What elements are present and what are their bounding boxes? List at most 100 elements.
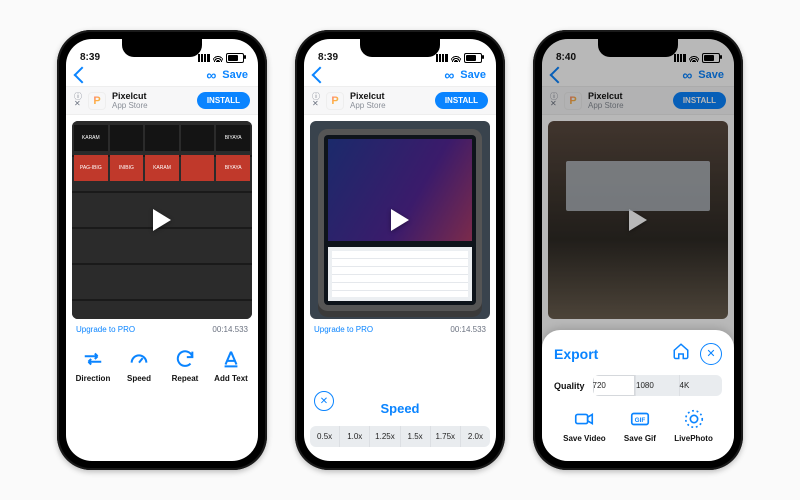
preview-tile: KARAM — [74, 125, 108, 151]
tool-speed[interactable]: Speed — [116, 348, 162, 383]
toolbar: Direction Speed Repeat Add Text — [66, 338, 258, 401]
nav-bar: ∞ Save — [66, 64, 258, 86]
quality-option[interactable]: 1080 — [636, 375, 680, 396]
speed-panel: ✕ Speed 0.5x 1.0x 1.25x 1.5x 1.75x 2.0x — [304, 395, 496, 461]
ad-install-button[interactable]: INSTALL — [435, 92, 488, 109]
ad-install-button[interactable]: INSTALL — [197, 92, 250, 109]
loop-icon[interactable]: ∞ — [682, 68, 692, 82]
speed-option[interactable]: 0.5x — [310, 426, 340, 447]
ad-controls[interactable]: ⓘ✕ — [74, 94, 82, 107]
play-icon[interactable] — [629, 209, 647, 231]
ad-banner[interactable]: ⓘ✕ P Pixelcut App Store INSTALL — [304, 86, 496, 115]
save-button[interactable]: Save — [698, 69, 724, 81]
ad-banner[interactable]: ⓘ✕ P Pixelcut App Store INSTALL — [66, 86, 258, 115]
live-photo-button[interactable]: LivePhoto — [674, 408, 713, 443]
ad-controls[interactable]: ⓘ✕ — [550, 94, 558, 107]
direction-icon — [82, 348, 104, 370]
back-chevron-icon[interactable] — [550, 67, 567, 84]
export-actions: Save Video GIF Save Gif LivePhoto — [554, 408, 722, 443]
gif-icon: GIF — [629, 408, 651, 430]
tool-add-text[interactable]: Add Text — [208, 348, 254, 383]
play-icon[interactable] — [391, 209, 409, 231]
video-preview[interactable] — [310, 121, 490, 319]
wifi-icon — [213, 54, 223, 62]
duration-label: 00:14.533 — [450, 325, 486, 334]
ad-title: Pixelcut — [350, 91, 386, 101]
ad-logo-icon: P — [564, 92, 582, 110]
speed-option[interactable]: 1.5x — [401, 426, 431, 447]
speed-option[interactable]: 1.0x — [340, 426, 370, 447]
ad-title: Pixelcut — [112, 91, 148, 101]
preview-tile: KARAM — [145, 155, 179, 181]
ad-logo-icon: P — [326, 92, 344, 110]
preview-tile — [145, 125, 179, 151]
loop-icon[interactable]: ∞ — [444, 68, 454, 82]
text-icon — [220, 348, 242, 370]
phone-1: 8:39 ∞ Save ⓘ✕ P Pixelcut App Store INST… — [57, 30, 267, 470]
status-time: 8:39 — [318, 52, 338, 63]
ad-logo-icon: P — [88, 92, 106, 110]
save-button[interactable]: Save — [460, 69, 486, 81]
phone-2: 8:39 ∞ Save ⓘ✕ P Pixelcut App Store INST… — [295, 30, 505, 470]
nav-bar: ∞ Save — [542, 64, 734, 86]
speed-option[interactable]: 1.75x — [431, 426, 461, 447]
nav-bar: ∞ Save — [304, 64, 496, 86]
gauge-icon — [128, 348, 150, 370]
preview-info: Upgrade to PRO 00:14.533 — [304, 325, 496, 338]
battery-icon — [464, 53, 482, 63]
wifi-icon — [451, 54, 461, 62]
close-panel-button[interactable]: ✕ — [314, 391, 334, 411]
export-sheet: Export ✕ Quality 720 1080 4K Save Video — [542, 330, 734, 461]
quality-option[interactable]: 720 — [593, 375, 637, 396]
quality-option[interactable]: 4K — [680, 375, 722, 396]
ad-title: Pixelcut — [588, 91, 624, 101]
upgrade-link[interactable]: Upgrade to PRO — [314, 325, 373, 334]
tool-direction[interactable]: Direction — [70, 348, 116, 383]
preview-tile — [181, 155, 215, 181]
video-preview[interactable] — [548, 121, 728, 319]
tool-repeat[interactable]: Repeat — [162, 348, 208, 383]
video-preview[interactable]: KARAM BIYAYA PAG-IBIG INIBIG KARAM BIYAY… — [72, 121, 252, 319]
ad-install-button[interactable]: INSTALL — [673, 92, 726, 109]
speed-segmented[interactable]: 0.5x 1.0x 1.25x 1.5x 1.75x 2.0x — [310, 426, 490, 447]
video-icon — [573, 408, 595, 430]
ad-subtitle: App Store — [588, 101, 624, 110]
preview-tile — [110, 125, 144, 151]
preview-info: Upgrade to PRO 00:14.533 — [66, 325, 258, 338]
livephoto-icon — [683, 408, 705, 430]
status-time: 8:40 — [556, 52, 576, 63]
ad-subtitle: App Store — [350, 101, 386, 110]
phone-3: 8:40 ∞ Save ⓘ✕ P Pixelcut App Store INST… — [533, 30, 743, 470]
ad-banner[interactable]: ⓘ✕ P Pixelcut App Store INSTALL — [542, 86, 734, 115]
back-chevron-icon[interactable] — [74, 67, 91, 84]
preview-tile: BIYAYA — [216, 125, 250, 151]
quality-label: Quality — [554, 381, 585, 391]
save-button[interactable]: Save — [222, 69, 248, 81]
notch — [122, 39, 202, 57]
ad-controls[interactable]: ⓘ✕ — [312, 94, 320, 107]
notch — [360, 39, 440, 57]
repeat-icon — [174, 348, 196, 370]
quality-row: Quality 720 1080 4K — [554, 375, 722, 396]
back-chevron-icon[interactable] — [312, 67, 329, 84]
preview-tile: BIYAYA — [216, 155, 250, 181]
save-gif-button[interactable]: GIF Save Gif — [624, 408, 656, 443]
home-icon[interactable] — [672, 342, 690, 365]
notch — [598, 39, 678, 57]
quality-segmented[interactable]: 720 1080 4K — [593, 375, 722, 396]
sheet-title: Export — [554, 346, 598, 362]
preview-tile: INIBIG — [110, 155, 144, 181]
duration-label: 00:14.533 — [212, 325, 248, 334]
signal-icon — [436, 54, 448, 62]
speed-option[interactable]: 2.0x — [461, 426, 490, 447]
signal-icon — [198, 54, 210, 62]
status-time: 8:39 — [80, 52, 100, 63]
signal-icon — [674, 54, 686, 62]
speed-option[interactable]: 1.25x — [370, 426, 400, 447]
loop-icon[interactable]: ∞ — [206, 68, 216, 82]
play-icon[interactable] — [153, 209, 171, 231]
upgrade-link[interactable]: Upgrade to PRO — [76, 325, 135, 334]
close-sheet-button[interactable]: ✕ — [700, 343, 722, 365]
save-video-button[interactable]: Save Video — [563, 408, 606, 443]
svg-text:GIF: GIF — [635, 417, 646, 424]
